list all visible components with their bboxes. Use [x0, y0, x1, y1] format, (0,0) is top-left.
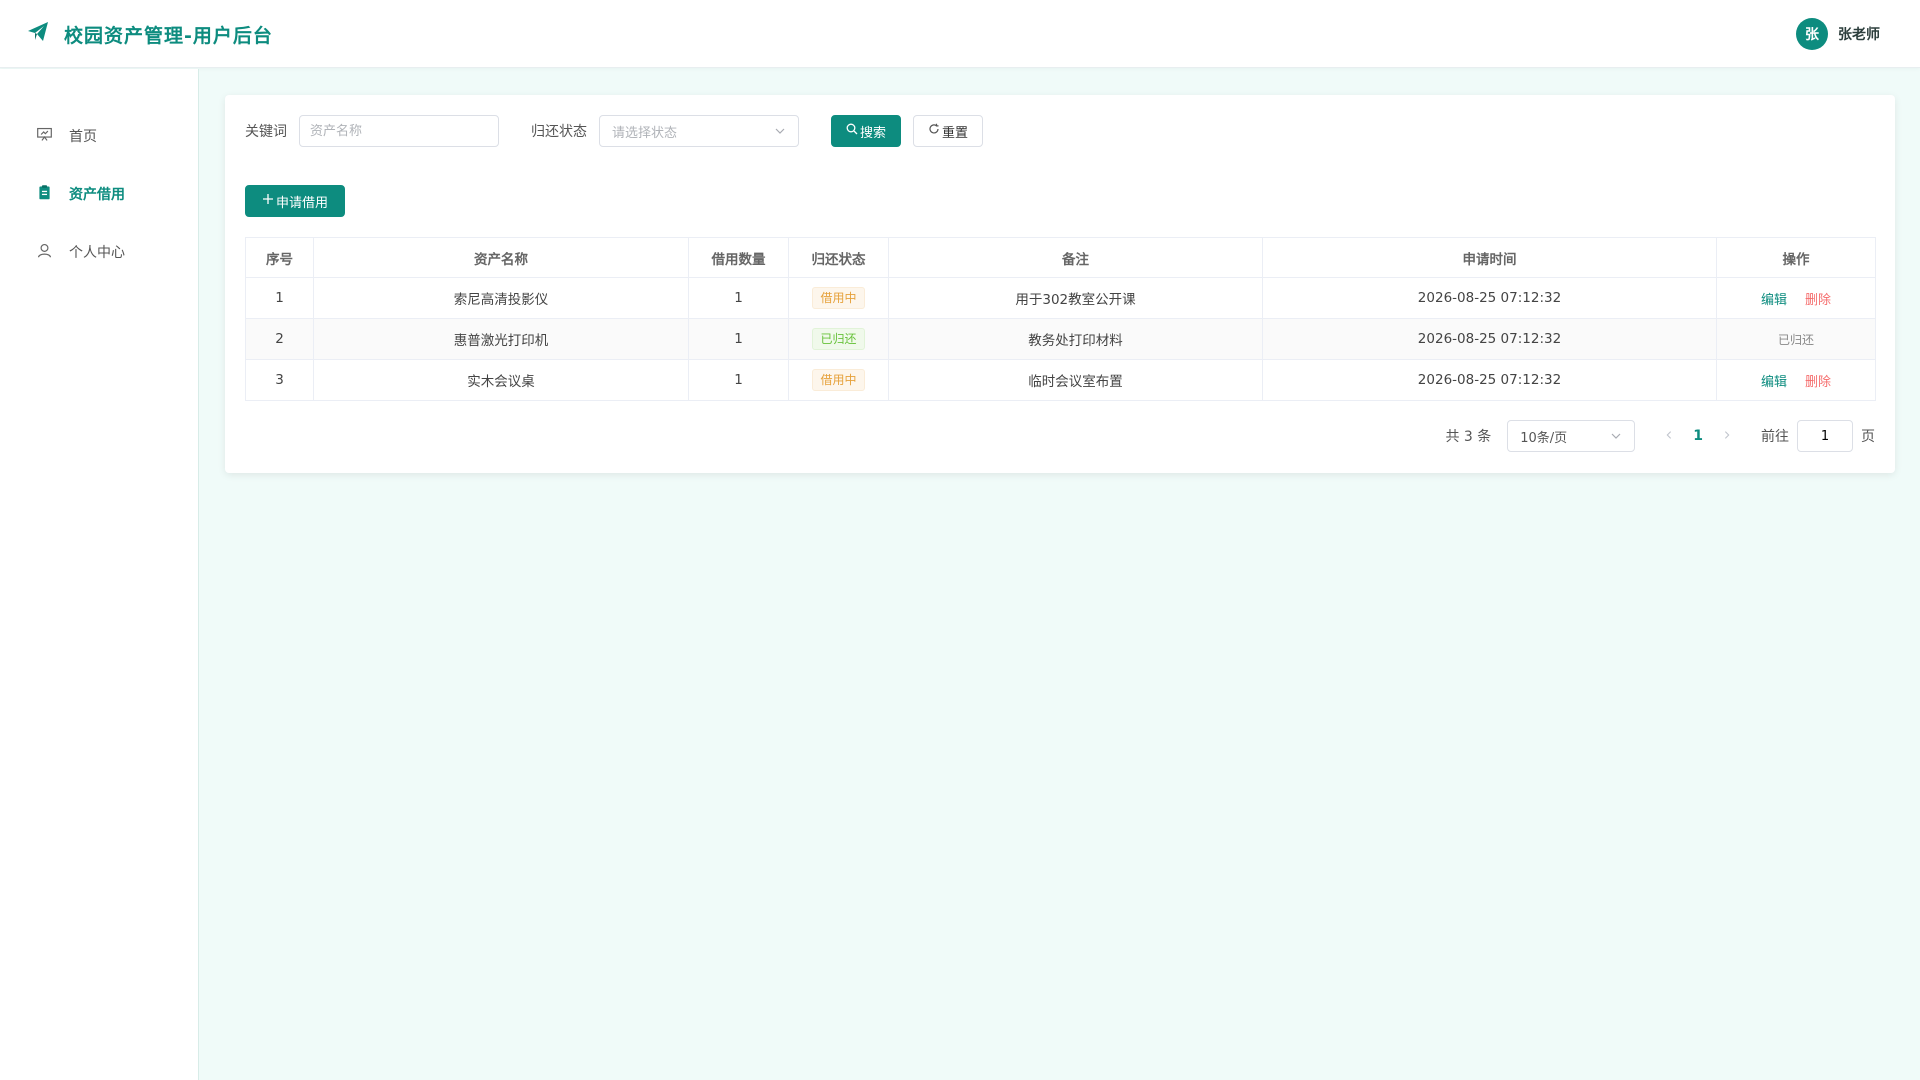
- top-header: 校园资产管理-用户后台 张 张老师: [0, 0, 1920, 68]
- column-header: 操作: [1716, 237, 1876, 278]
- cell-note: 教务处打印材料: [888, 318, 1263, 360]
- column-header: 序号: [245, 237, 314, 278]
- column-header: 归还状态: [788, 237, 889, 278]
- cell-actions: 已归还: [1716, 318, 1876, 360]
- cell-asset-name: 惠普激光打印机: [313, 318, 689, 360]
- edit-link[interactable]: 编辑: [1761, 293, 1787, 308]
- status-badge: 已归还: [812, 328, 865, 350]
- reset-button-label: 重置: [942, 125, 969, 141]
- status-badge: 借用中: [812, 369, 865, 391]
- cell-status: 借用中: [788, 359, 889, 401]
- cell-note: 临时会议室布置: [888, 359, 1263, 401]
- page-size-select[interactable]: 10条/页: [1507, 420, 1636, 452]
- page-suffix: 页: [1861, 429, 1875, 445]
- table-row: 2 惠普激光打印机 1 已归还 教务处打印材料 2026-08-25 07:12…: [245, 318, 1876, 360]
- status-select-placeholder: 请选择状态: [612, 125, 678, 141]
- cell-no: 1: [245, 277, 314, 319]
- column-header: 借用数量: [688, 237, 789, 278]
- status-select[interactable]: 请选择状态: [599, 115, 799, 147]
- delete-link[interactable]: 删除: [1805, 375, 1831, 390]
- sidebar-item-label: 个人中心: [69, 245, 125, 261]
- table-row: 1 索尼高清投影仪 1 借用中 用于302教室公开课 2026-08-25 07…: [245, 277, 1876, 319]
- refresh-icon: [928, 123, 942, 139]
- status-badge: 借用中: [812, 287, 865, 309]
- cell-asset-name: 实木会议桌: [313, 359, 689, 401]
- total-count: 共 3 条: [1445, 429, 1492, 445]
- pagination: 共 3 条 10条/页 1 前往 页: [1445, 420, 1875, 452]
- chevron-down-icon: [1610, 430, 1622, 442]
- cell-note: 用于302教室公开课: [888, 277, 1263, 319]
- paper-plane-icon: [26, 20, 50, 48]
- app-title: 校园资产管理-用户后台: [64, 24, 273, 47]
- sidebar: 首页 资产借用 个人中心: [0, 69, 199, 1080]
- user-name[interactable]: 张老师: [1838, 24, 1880, 44]
- column-header: 备注: [888, 237, 1263, 278]
- column-header: 资产名称: [313, 237, 689, 278]
- page-size-value: 10条/页: [1520, 430, 1568, 446]
- brand[interactable]: 校园资产管理-用户后台: [26, 20, 273, 48]
- search-button[interactable]: 搜索: [831, 115, 902, 147]
- keyword-label: 关键词: [245, 124, 287, 140]
- status-label: 归还状态: [531, 124, 587, 140]
- avatar[interactable]: 张: [1796, 18, 1828, 50]
- search-icon: [846, 123, 860, 139]
- cell-actions: 编辑 删除: [1716, 277, 1876, 319]
- presentation-icon: [36, 126, 53, 147]
- filter-bar: 关键词 归还状态 请选择状态 搜索 重置: [245, 115, 984, 147]
- prev-page-button[interactable]: [1659, 428, 1679, 444]
- apply-borrow-button[interactable]: 申请借用: [245, 185, 346, 217]
- search-button-label: 搜索: [860, 125, 887, 141]
- goto-label: 前往: [1761, 429, 1789, 445]
- cell-status: 借用中: [788, 277, 889, 319]
- cell-no: 3: [245, 359, 314, 401]
- cell-quantity: 1: [688, 318, 789, 360]
- sidebar-item-asset-borrow[interactable]: 资产借用: [0, 174, 199, 214]
- edit-link[interactable]: 编辑: [1761, 375, 1787, 390]
- sidebar-item-label: 首页: [69, 129, 97, 145]
- cell-quantity: 1: [688, 359, 789, 401]
- sidebar-item-profile[interactable]: 个人中心: [0, 232, 199, 272]
- main-card: 关键词 归还状态 请选择状态 搜索 重置 申请借用: [225, 95, 1895, 473]
- table-header-row: 序号 资产名称 借用数量 归还状态 备注 申请时间 操作: [245, 237, 1876, 278]
- chevron-right-icon: [1724, 431, 1730, 439]
- user-menu[interactable]: 张 张老师: [1796, 18, 1880, 50]
- returned-text: 已归还: [1777, 332, 1814, 347]
- cell-time: 2026-08-25 07:12:32: [1262, 277, 1717, 319]
- apply-borrow-label: 申请借用: [276, 195, 329, 211]
- user-icon: [36, 242, 53, 263]
- next-page-button[interactable]: [1717, 428, 1737, 444]
- cell-time: 2026-08-25 07:12:32: [1262, 318, 1717, 360]
- clipboard-icon: [36, 184, 53, 205]
- chevron-down-icon: [774, 125, 786, 137]
- cell-no: 2: [245, 318, 314, 360]
- borrow-table: 序号 资产名称 借用数量 归还状态 备注 申请时间 操作 1 索尼高清投影仪 1…: [245, 237, 1876, 401]
- cell-time: 2026-08-25 07:12:32: [1262, 359, 1717, 401]
- goto-page-input[interactable]: [1797, 420, 1853, 452]
- chevron-left-icon: [1666, 431, 1672, 439]
- table-row: 3 实木会议桌 1 借用中 临时会议室布置 2026-08-25 07:12:3…: [245, 359, 1876, 401]
- cell-quantity: 1: [688, 277, 789, 319]
- keyword-input[interactable]: [299, 115, 499, 147]
- sidebar-item-home[interactable]: 首页: [0, 116, 199, 156]
- delete-link[interactable]: 删除: [1805, 293, 1831, 308]
- cell-actions: 编辑 删除: [1716, 359, 1876, 401]
- plus-icon: [262, 193, 276, 209]
- cell-status: 已归还: [788, 318, 889, 360]
- column-header: 申请时间: [1262, 237, 1717, 278]
- sidebar-item-label: 资产借用: [69, 187, 125, 203]
- page-number[interactable]: 1: [1693, 428, 1703, 444]
- reset-button[interactable]: 重置: [913, 115, 984, 147]
- cell-asset-name: 索尼高清投影仪: [313, 277, 689, 319]
